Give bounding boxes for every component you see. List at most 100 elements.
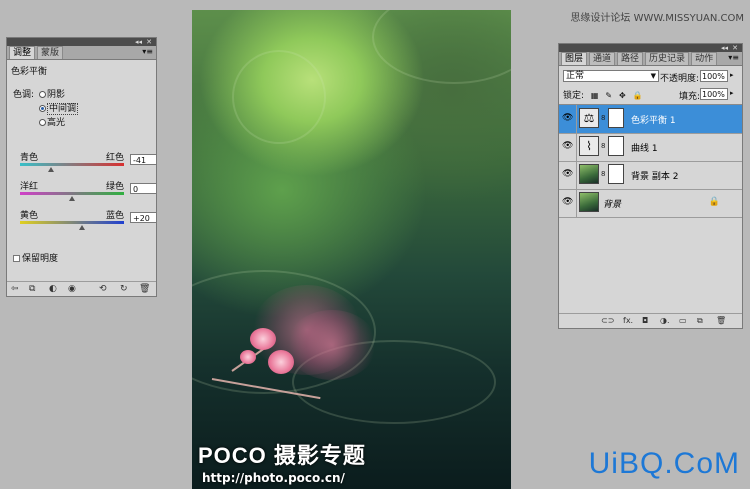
- layer-row[interactable]: 👁 ⚖ 8 色彩平衡 1: [559, 105, 742, 134]
- new-layer-icon[interactable]: ⧉: [697, 316, 703, 326]
- trash-icon[interactable]: 🗑: [139, 284, 150, 294]
- layer-name: 背景 副本 2: [631, 172, 679, 182]
- reset-icon[interactable]: ↻: [120, 284, 128, 294]
- slider-track[interactable]: [20, 221, 124, 224]
- adjustments-toolbar: ⇦ ⧉ ◐ ◉ ⟲ ↻ 🗑: [7, 281, 156, 296]
- layer-list: 👁 ⚖ 8 色彩平衡 1 👁 ⌇ 8 曲线 1 👁 8 背景 副本 2 👁 背景…: [559, 104, 742, 218]
- eye-icon[interactable]: 👁: [562, 198, 574, 207]
- lock-paint-icon[interactable]: ✎: [605, 91, 612, 100]
- poco-logo: POCO 摄影专题: [198, 443, 366, 468]
- link-icon[interactable]: 8: [601, 170, 605, 178]
- fill-input[interactable]: 100%: [700, 88, 728, 100]
- slider-thumb[interactable]: [79, 225, 86, 230]
- layer-row[interactable]: 👁 8 背景 副本 2: [559, 161, 742, 190]
- lock-move-icon[interactable]: ✥: [619, 91, 626, 100]
- link-icon[interactable]: 8: [601, 114, 605, 122]
- scale-icon: ⚖: [579, 108, 599, 128]
- close-icon[interactable]: ✕: [732, 44, 738, 52]
- slider-thumb[interactable]: [47, 167, 54, 172]
- lock-icon: 🔒: [708, 197, 720, 207]
- layer-name: 曲线 1: [631, 144, 658, 154]
- radio-highlights[interactable]: 高光: [39, 115, 65, 128]
- flower-bud: [240, 350, 256, 364]
- slider-track[interactable]: [20, 192, 124, 195]
- bokeh-swirl: [372, 10, 511, 84]
- opacity-label: 不透明度:: [660, 74, 700, 84]
- adjustments-tabbar: 调整 蒙版 ▾≡: [7, 46, 156, 60]
- cyan-red-input[interactable]: -41: [130, 154, 157, 165]
- fill-dropdown-icon[interactable]: ▸: [730, 89, 734, 97]
- curves-icon: ⌇: [579, 136, 599, 156]
- checkbox-box: [13, 255, 20, 262]
- lock-transparent-icon[interactable]: ▦: [591, 91, 599, 100]
- layer-row[interactable]: 👁 背景 🔒: [559, 189, 742, 218]
- visibility-eye-icon[interactable]: ◉: [68, 284, 76, 294]
- document-canvas-photo[interactable]: POCO 摄影专题 http://photo.poco.cn/: [192, 10, 511, 489]
- layer-row[interactable]: 👁 ⌇ 8 曲线 1: [559, 133, 742, 162]
- panel-menu-icon[interactable]: ▾≡: [728, 52, 739, 64]
- layer-name: 背景: [603, 200, 622, 210]
- add-mask-icon[interactable]: ◘: [642, 316, 648, 326]
- radio-circle: [39, 91, 46, 98]
- tab-layers[interactable]: 图层: [561, 52, 588, 65]
- view-previous-icon[interactable]: ⟲: [99, 284, 107, 294]
- fx-icon[interactable]: fx.: [623, 316, 633, 326]
- clip-layer-icon[interactable]: ◐: [49, 284, 57, 294]
- lock-all-icon[interactable]: 🔒: [633, 91, 643, 100]
- radio-midtones[interactable]: 中间调: [39, 101, 79, 115]
- panel-titlebar[interactable]: ◂◂ ✕: [7, 38, 156, 46]
- back-arrow-icon[interactable]: ⇦: [11, 284, 19, 294]
- magenta-green-input[interactable]: 0: [130, 183, 157, 194]
- layer-thumbnail: [579, 192, 599, 212]
- trash-icon[interactable]: 🗑: [716, 316, 726, 326]
- flower: [250, 328, 276, 350]
- close-icon[interactable]: ✕: [146, 38, 152, 46]
- flower: [268, 350, 294, 374]
- bokeh-blur: [287, 310, 377, 380]
- collapse-icon[interactable]: ◂◂: [721, 44, 728, 52]
- link-icon[interactable]: 8: [601, 142, 605, 150]
- slider-thumb[interactable]: [69, 196, 75, 201]
- fill-label: 填充:: [679, 92, 701, 102]
- link-layers-icon[interactable]: ⊂⊃: [601, 316, 614, 326]
- chevron-down-icon: ▼: [650, 72, 656, 80]
- opacity-input[interactable]: 100%: [700, 70, 728, 82]
- eye-icon[interactable]: 👁: [562, 170, 574, 179]
- layer-mask-thumbnail[interactable]: [608, 136, 624, 156]
- layers-tabbar: 图层 通道 路径 历史记录 动作 ▾≡: [559, 52, 742, 66]
- watermark-top: 思缘设计论坛 WWW.MISSYUAN.COM: [570, 13, 744, 24]
- eye-icon[interactable]: 👁: [562, 142, 574, 151]
- radio-shadows[interactable]: 阴影: [39, 87, 65, 100]
- tab-channels[interactable]: 通道: [589, 52, 616, 65]
- preserve-luminosity-checkbox[interactable]: 保留明度: [13, 251, 58, 264]
- layer-mask-thumbnail[interactable]: [608, 108, 624, 128]
- blend-mode-select[interactable]: 正常 ▼: [563, 70, 659, 82]
- slider-track[interactable]: [20, 163, 124, 166]
- tab-masks[interactable]: 蒙版: [37, 46, 64, 59]
- adjustment-title: 色彩平衡: [11, 67, 48, 77]
- lock-row: 锁定: ▦ ✎ ✥ 🔒: [563, 91, 643, 101]
- new-group-icon[interactable]: ▭: [679, 316, 687, 326]
- tab-history[interactable]: 历史记录: [645, 52, 690, 65]
- new-adjustment-icon[interactable]: ◑.: [660, 316, 670, 326]
- tab-adjustments[interactable]: 调整: [9, 46, 36, 59]
- opacity-dropdown-icon[interactable]: ▸: [730, 71, 734, 79]
- tab-paths[interactable]: 路径: [617, 52, 644, 65]
- layers-toolbar: ⊂⊃ fx. ◘ ◑. ▭ ⧉ 🗑: [559, 313, 742, 328]
- layer-mask-thumbnail[interactable]: [608, 164, 624, 184]
- tab-actions[interactable]: 动作: [691, 52, 718, 65]
- tone-label: 色调:: [13, 90, 35, 100]
- panel-titlebar[interactable]: ◂◂ ✕: [559, 44, 742, 52]
- yellow-blue-input[interactable]: +20: [130, 212, 157, 223]
- layers-panel: ◂◂ ✕ 图层 通道 路径 历史记录 动作 ▾≡ 正常 ▼ 不透明度: 100%…: [558, 43, 743, 329]
- adjustments-panel: ◂◂ ✕ 调整 蒙版 ▾≡ 色彩平衡 色调: 阴影 中间调 高光 青色 红色 -…: [6, 37, 157, 297]
- collapse-icon[interactable]: ◂◂: [135, 38, 142, 46]
- panel-menu-icon[interactable]: ▾≡: [142, 46, 153, 58]
- expand-view-icon[interactable]: ⧉: [29, 284, 35, 294]
- eye-icon[interactable]: 👁: [562, 114, 574, 123]
- watermark-bottom: UiBQ.CoM: [588, 447, 740, 480]
- radio-circle: [39, 119, 46, 126]
- bokeh-swirl: [232, 50, 326, 144]
- poco-url: http://photo.poco.cn/: [202, 471, 345, 485]
- layer-name: 色彩平衡 1: [631, 116, 676, 126]
